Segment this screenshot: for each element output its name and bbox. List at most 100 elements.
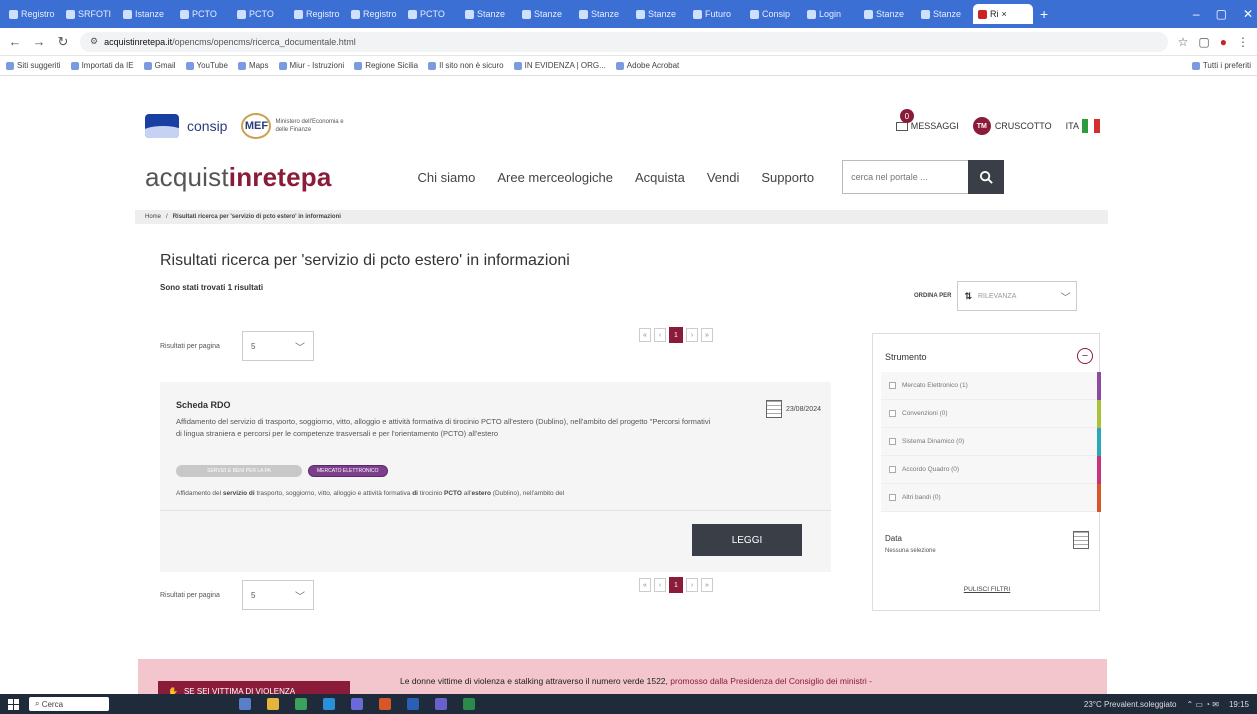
profile-icon[interactable]: ● [1220,35,1227,49]
browser-tab[interactable]: Registro [289,4,343,24]
nav-chi-siamo[interactable]: Chi siamo [418,170,476,185]
acquistinretepa-logo[interactable]: acquistinretepa [145,162,332,193]
windows-start-icon[interactable] [8,698,19,710]
nav-supporto[interactable]: Supporto [761,170,814,185]
menu-icon[interactable]: ⋮ [1237,35,1249,49]
tray-icons[interactable]: ⌃ ▭ ◔ ✉ [1187,700,1219,709]
bookmark-item[interactable]: Adobe Acrobat [615,61,679,70]
site-info-icon[interactable]: ⚙ [90,36,98,47]
nav-vendi[interactable]: Vendi [707,170,740,185]
search-button[interactable] [968,160,1005,194]
per-page-select[interactable]: 5 ﹀ [241,580,314,610]
bookmark-item[interactable]: Regione Sicilia [354,61,418,70]
back-icon[interactable]: ← [8,34,22,49]
page-current[interactable]: 1 [669,327,683,343]
sidepanel-icon[interactable]: ▢ [1198,35,1209,49]
browser-tab[interactable]: Stanze [859,4,913,24]
checkbox[interactable] [889,438,896,445]
new-tab-icon[interactable]: + [1040,6,1048,22]
read-button[interactable]: LEGGI [692,524,802,556]
bookmark-item[interactable]: Siti suggeriti [6,61,61,70]
browser-tab[interactable]: SRFOTI [61,4,115,24]
filter-item[interactable]: Accordo Quadro (0) [881,456,1101,484]
url-field[interactable]: ⚙ acquistinretepa.it/opencms/opencms/ric… [80,31,1168,52]
collapse-icon[interactable]: − [1077,348,1093,364]
banner-text-promo[interactable]: promosso dalla Presidenza del Consiglio … [668,676,872,686]
checkbox[interactable] [889,494,896,501]
browser-tab[interactable]: Futuro [688,4,742,24]
checkbox[interactable] [889,410,896,417]
excel-icon[interactable] [463,698,475,710]
search-input[interactable] [842,160,969,194]
language-selector[interactable]: ITA [1066,119,1100,133]
browser-tab[interactable]: Stanze [517,4,571,24]
filter-item[interactable]: Convenzioni (0) [881,400,1101,428]
page-current[interactable]: 1 [669,577,683,593]
forward-icon[interactable]: → [32,34,46,49]
filter-item[interactable]: Mercato Elettronico (1) [881,372,1101,400]
mef-logo[interactable]: MEF Ministero dell'Economia e delle Fina… [241,113,345,139]
filter-item[interactable]: Altri bandi (0) [881,484,1101,512]
chrome-icon[interactable] [295,698,307,710]
calendar-icon[interactable] [1073,531,1089,549]
browser-tab[interactable]: Login [802,4,856,24]
explorer-icon[interactable] [267,698,279,710]
taskbar-search[interactable]: ⌕ Cerca [29,697,109,711]
bookmark-item[interactable]: Gmail [143,61,176,70]
dashboard-button[interactable]: TM CRUSCOTTO [972,117,1052,135]
clear-filters-link[interactable]: PULISCI FILTRI [873,586,1101,593]
filter-item[interactable]: Sistema Dinamico (0) [881,428,1101,456]
page-next[interactable]: › [686,328,698,342]
nav-acquista[interactable]: Acquista [635,170,685,185]
bookmark-item[interactable]: Miur - Istruzioni [278,61,344,70]
bookmark-item[interactable]: IN EVIDENZA | ORG... [513,61,606,70]
close-icon[interactable]: ✕ [1243,7,1253,21]
bookmark-all[interactable]: Tutti i preferiti [1191,61,1251,70]
minimize-icon[interactable]: – [1193,7,1200,21]
browser-tab[interactable]: Ri × [973,4,1033,24]
browser-tab[interactable]: Stanze [460,4,514,24]
page-last[interactable]: » [701,578,713,592]
edge-icon[interactable] [323,698,335,710]
page-prev[interactable]: ‹ [654,328,666,342]
task-view-icon[interactable] [239,698,251,710]
reload-icon[interactable]: ↻ [56,34,70,50]
tab-close-icon[interactable]: × [1002,9,1007,19]
browser-tab[interactable]: Consip [745,4,799,24]
browser-tab[interactable]: Registro [346,4,400,24]
store-icon[interactable] [351,698,363,710]
browser-tab[interactable]: PCTO [175,4,229,24]
browser-tab[interactable]: Stanze [574,4,628,24]
page-first[interactable]: « [639,578,651,592]
per-page-select[interactable]: 5 ﹀ [241,331,314,361]
browser-tab[interactable]: PCTO [403,4,457,24]
page-last[interactable]: » [701,328,713,342]
maximize-icon[interactable]: ▢ [1216,7,1227,21]
result-title[interactable]: Scheda RDO [176,400,231,410]
teams-icon[interactable] [435,698,447,710]
bookmark-item[interactable]: Il sito non è sicuro [428,61,504,70]
bookmark-item[interactable]: Maps [237,61,269,70]
powerpoint-icon[interactable] [379,698,391,710]
browser-tab[interactable]: Registro [4,4,58,24]
checkbox[interactable] [889,466,896,473]
consip-logo[interactable]: consip [145,114,227,138]
bookmark-item[interactable]: Importati da IE [70,61,134,70]
browser-tab[interactable]: Istanze [118,4,172,24]
checkbox[interactable] [889,382,896,389]
page-prev[interactable]: ‹ [654,578,666,592]
browser-tab[interactable]: Stanze [916,4,970,24]
nav-aree-merceologiche[interactable]: Aree merceologiche [497,170,613,185]
browser-tab[interactable]: Stanze [631,4,685,24]
browser-tab[interactable]: PCTO [232,4,286,24]
page-next[interactable]: › [686,578,698,592]
word-icon[interactable] [407,698,419,710]
bookmark-star-icon[interactable]: ☆ [1178,35,1189,49]
weather-label[interactable]: 23°C Prevalent.soleggiato [1084,700,1177,709]
bookmark-item[interactable]: YouTube [185,61,228,70]
breadcrumb-home[interactable]: Home [145,214,161,220]
clock[interactable]: 19:15 [1229,700,1249,709]
page-first[interactable]: « [639,328,651,342]
sort-select[interactable]: ⇅ RILEVANZA ﹀ [957,281,1078,311]
messages-button[interactable]: 0 MESSAGGI [895,109,959,131]
